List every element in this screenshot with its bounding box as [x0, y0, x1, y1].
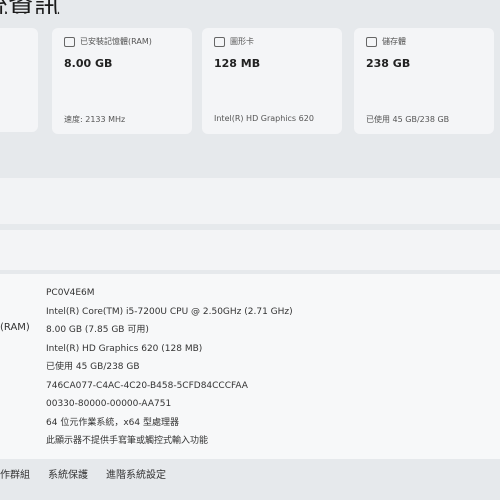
page-title: 統資訊	[0, 0, 60, 14]
spec-device-name: PC0V4E6M	[46, 288, 95, 298]
card-storage-label: 儲存體	[382, 37, 406, 46]
spec-product-id: 00330-80000-00000-AA751	[46, 399, 172, 409]
card-storage-used: 已使用 45 GB/238 GB	[366, 115, 450, 124]
memory-icon	[64, 36, 75, 47]
spec-label-ram: (RAM)	[0, 322, 30, 333]
card-ram-value: 8.00 GB	[64, 57, 113, 70]
spec-processor: Intel(R) Core(TM) i5-7200U CPU @ 2.50GHz…	[46, 306, 293, 317]
spec-system-type: 64 位元作業系統，x64 型處理器	[46, 417, 179, 428]
card-graphics-name: Intel(R) HD Graphics 620	[214, 114, 314, 123]
spec-installed-ram: 8.00 GB (7.85 GB 可用)	[46, 325, 149, 335]
related-links: 工作群組 系統保護 進階系統設定	[0, 466, 500, 481]
link-system-protection[interactable]: 系統保護	[48, 466, 88, 481]
section-header-band	[0, 230, 500, 270]
link-advanced-system-settings[interactable]: 進階系統設定	[106, 466, 166, 481]
link-workgroup[interactable]: 工作群組	[0, 466, 30, 481]
card-ram: 已安裝記憶體(RAM) 8.00 GB 速度: 2133 MHz	[52, 28, 192, 134]
page-title-clip: 統資訊	[0, 0, 80, 14]
section-band	[0, 178, 500, 224]
card-storage: 儲存體 238 GB 已使用 45 GB/238 GB	[354, 28, 494, 134]
card-ram-label: 已安裝記憶體(RAM)	[80, 37, 152, 46]
card-graphics: 圖形卡 128 MB Intel(R) HD Graphics 620	[202, 28, 342, 134]
storage-icon	[366, 36, 377, 47]
spec-values: PC0V4E6M Intel(R) Core(TM) i5-7200U CPU …	[46, 284, 293, 451]
card-ram-speed: 速度: 2133 MHz	[64, 115, 126, 124]
spec-pen-touch: 此顯示器不提供手寫筆或觸控式輸入功能	[46, 436, 209, 446]
spec-device-id: 746CA077-C4AC-4C20-B458-5CFD84CCCFAA	[46, 380, 248, 391]
graphics-card-icon	[214, 36, 225, 47]
card-storage-value: 238 GB	[366, 57, 411, 70]
card-graphics-label: 圖形卡	[230, 37, 254, 46]
spec-storage: 已使用 45 GB/238 GB	[46, 362, 140, 372]
spec-graphics: Intel(R) HD Graphics 620 (128 MB)	[46, 343, 203, 354]
card-graphics-value: 128 MB	[214, 57, 261, 70]
card-processor-partial	[0, 28, 38, 132]
